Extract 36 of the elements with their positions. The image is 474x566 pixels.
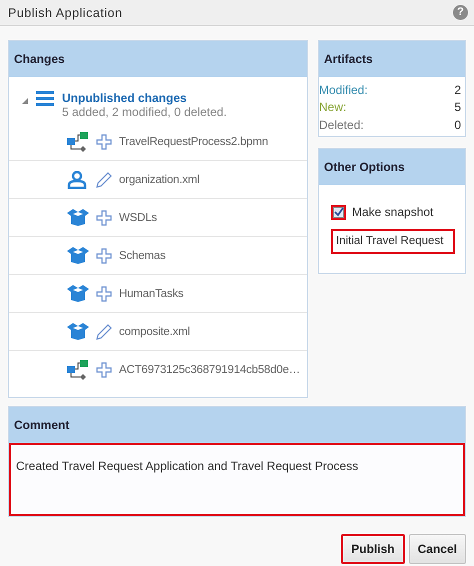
checkbox[interactable] bbox=[331, 204, 346, 220]
artifact-label: Modified: bbox=[319, 82, 368, 97]
help-button[interactable]: ? bbox=[453, 5, 468, 20]
comment-field[interactable]: Created Travel Request Application and Travel Request Process bbox=[9, 443, 465, 516]
cancel-button[interactable]: Cancel bbox=[408, 534, 466, 564]
expand-triangle-icon[interactable] bbox=[22, 98, 28, 104]
package-icon bbox=[67, 209, 89, 226]
snapshot-name-field[interactable]: Initial Travel Request bbox=[331, 228, 455, 254]
tree-item[interactable]: TravelRequestProcess2.bpmn bbox=[119, 136, 268, 148]
panel-title: Other Options bbox=[324, 160, 405, 174]
tree-item[interactable]: organization.xml bbox=[119, 174, 200, 186]
artifact-label: New: bbox=[319, 100, 346, 114]
tree-item[interactable]: WSDLs bbox=[119, 212, 157, 224]
package-icon bbox=[67, 285, 89, 302]
tree-item[interactable]: HumanTasks bbox=[119, 288, 184, 300]
artifact-count: 2 bbox=[454, 82, 461, 97]
artifact-label: Deleted: bbox=[319, 118, 364, 132]
person-icon bbox=[67, 170, 89, 188]
artifact-count: 5 bbox=[454, 100, 461, 114]
tree-root-label[interactable]: Unpublished changes bbox=[62, 91, 227, 105]
package-icon bbox=[67, 323, 89, 340]
tree-item[interactable]: ACT6973125c368791914cb58d0e… bbox=[119, 364, 300, 376]
tree-item[interactable]: Schemas bbox=[119, 250, 166, 262]
tree-item[interactable]: composite.xml bbox=[119, 326, 190, 338]
panel-title: Changes bbox=[14, 52, 65, 66]
checkbox-label: Make snapshot bbox=[352, 205, 434, 219]
window-title: Publish Application bbox=[8, 6, 122, 20]
panel-title: Comment bbox=[14, 418, 70, 432]
list-icon bbox=[36, 91, 54, 106]
panel-title: Artifacts bbox=[324, 52, 373, 66]
change-summary: 5 added, 2 modified, 0 deleted. bbox=[62, 105, 227, 119]
artifact-count: 0 bbox=[454, 118, 461, 132]
package-icon bbox=[67, 247, 89, 264]
process-icon bbox=[67, 360, 89, 380]
process-icon bbox=[67, 132, 89, 152]
publish-button[interactable]: Publish bbox=[341, 534, 405, 564]
